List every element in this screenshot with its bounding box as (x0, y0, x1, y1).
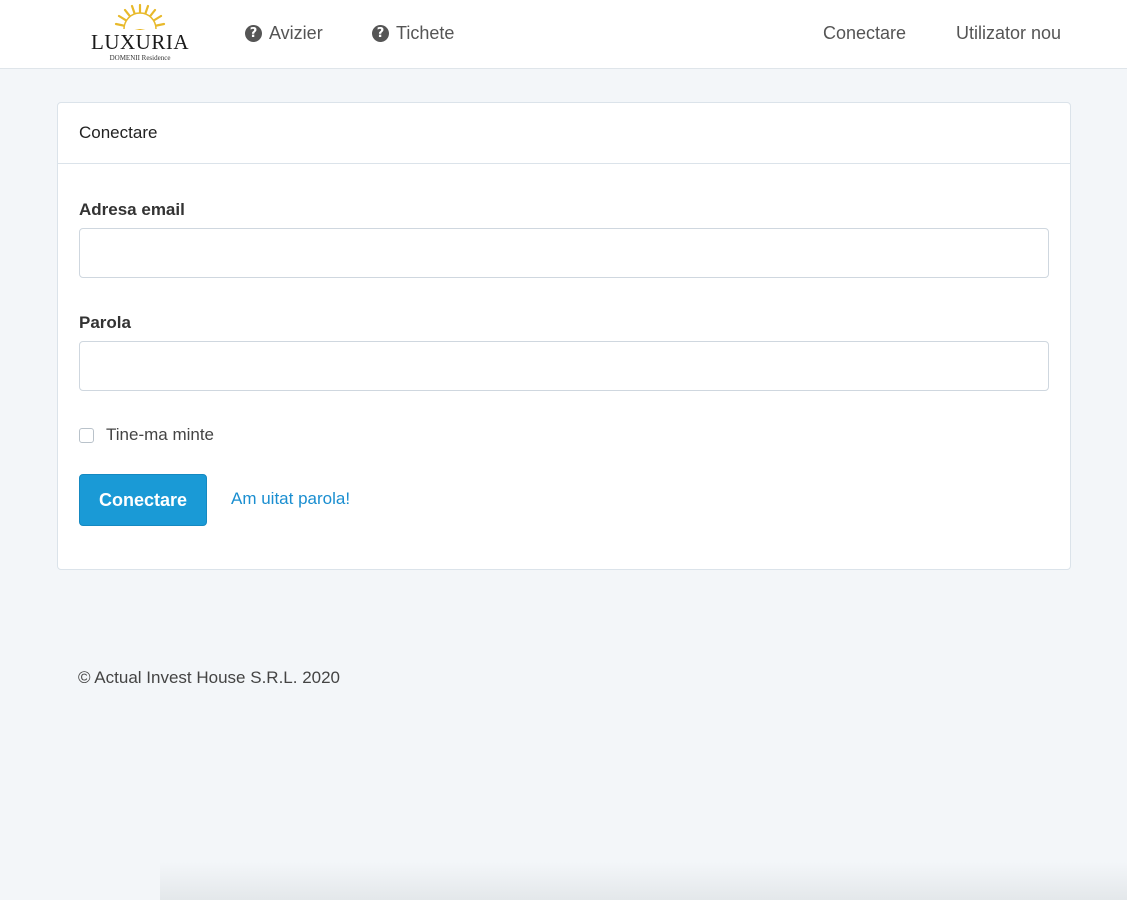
email-field[interactable] (79, 228, 1049, 278)
card-title: Conectare (58, 103, 1070, 164)
password-field[interactable] (79, 341, 1049, 391)
sunburst-logo-icon (114, 3, 166, 30)
footer-copyright: © Actual Invest House S.R.L. 2020 (78, 668, 341, 687)
nav-item-avizier[interactable]: ? Avizier (245, 21, 323, 45)
remember-me[interactable]: Tine-ma minte (79, 425, 214, 445)
question-circle-icon: ? (372, 24, 389, 42)
brand-subtitle: DOMENII Residence (109, 54, 171, 62)
nav-item-label: Tichete (396, 23, 455, 43)
forgot-password-link[interactable]: Am uitat parola! (231, 489, 350, 509)
nav-item-tichete[interactable]: ? Tichete (372, 21, 454, 45)
nav-login-link[interactable]: Conectare (823, 21, 906, 45)
brand-logo[interactable]: LUXURIA DOMENII Residence (84, 2, 196, 66)
bottom-shadow (160, 862, 1127, 900)
email-label: Adresa email (79, 200, 185, 219)
question-circle-icon: ? (245, 24, 262, 42)
top-navbar: LUXURIA DOMENII Residence ? Avizier ? Ti… (0, 0, 1127, 69)
nav-item-label: Avizier (269, 23, 323, 43)
password-label: Parola (79, 313, 131, 332)
login-card: Conectare Adresa email Parola Tine-ma mi… (57, 102, 1071, 570)
login-button[interactable]: Conectare (79, 474, 207, 526)
remember-checkbox[interactable] (79, 427, 94, 443)
remember-label: Tine-ma minte (106, 425, 215, 444)
brand-name: LUXURIA (91, 30, 189, 54)
nav-register-link[interactable]: Utilizator nou (956, 21, 1061, 45)
